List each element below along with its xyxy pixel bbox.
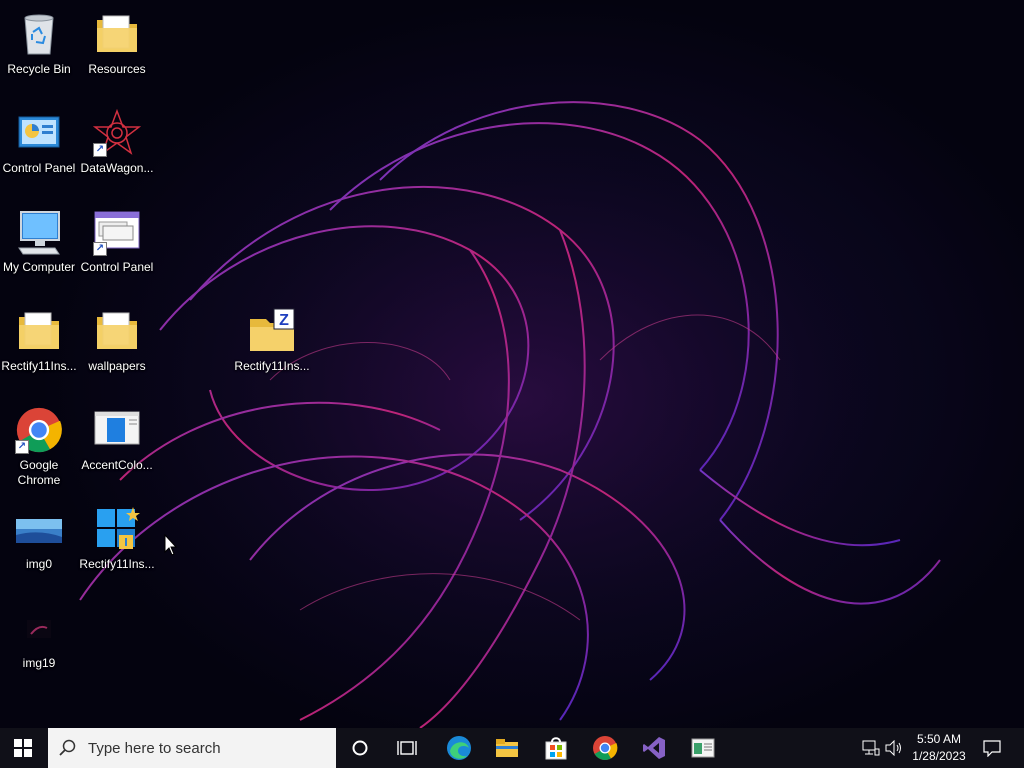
folder-icon bbox=[93, 307, 141, 355]
store-button[interactable] bbox=[533, 728, 579, 768]
task-view-icon bbox=[397, 741, 417, 755]
cortana-button[interactable] bbox=[337, 728, 383, 768]
desktop-icon-label: Control Panel bbox=[80, 260, 154, 274]
search-box[interactable]: Type here to search bbox=[48, 728, 336, 768]
svg-text:Z: Z bbox=[279, 312, 289, 329]
visual-studio-button[interactable] bbox=[631, 728, 677, 768]
shortcut-arrow-icon: ↗ bbox=[93, 143, 107, 157]
desktop-icon[interactable]: ↗ Control Panel bbox=[78, 202, 156, 294]
folder-icon bbox=[15, 307, 63, 355]
task-view-button[interactable] bbox=[384, 728, 430, 768]
desktop-icon[interactable]: Rectify11Ins... bbox=[0, 301, 78, 393]
chrome-icon bbox=[593, 736, 618, 761]
folder-icon bbox=[93, 10, 141, 58]
app-window-button[interactable] bbox=[680, 728, 726, 768]
desktop-icon-label: DataWagon... bbox=[80, 161, 154, 175]
image-icon bbox=[15, 604, 63, 652]
volume-icon bbox=[885, 740, 901, 756]
app-window-icon bbox=[691, 738, 715, 758]
cortana-icon bbox=[352, 740, 368, 756]
desktop-icon-label: wallpapers bbox=[88, 359, 146, 373]
desktop-icon[interactable]: AccentColo... bbox=[78, 400, 156, 492]
mouse-cursor-icon bbox=[164, 533, 178, 561]
desktop-icon[interactable]: Z Rectify11Ins... bbox=[233, 301, 311, 393]
search-icon bbox=[48, 739, 88, 757]
image-icon bbox=[15, 505, 63, 553]
taskbar: Type here to search 5:50 AM 1/28/2023 bbox=[0, 728, 1024, 768]
datawagon-icon: ↗ bbox=[92, 108, 142, 157]
notification-button[interactable] bbox=[978, 728, 1006, 768]
edge-icon bbox=[447, 736, 471, 760]
shortcut-arrow-icon: ↗ bbox=[93, 242, 107, 256]
desktop-icon-label: Recycle Bin bbox=[7, 62, 71, 76]
zip-folder-icon: Z bbox=[248, 307, 296, 355]
visual-studio-icon bbox=[643, 737, 665, 759]
clock-time: 5:50 AM bbox=[916, 732, 962, 746]
volume-tray-button[interactable] bbox=[884, 728, 904, 768]
clock-date: 1/28/2023 bbox=[912, 749, 966, 763]
notification-icon bbox=[983, 740, 1001, 757]
file-explorer-icon bbox=[496, 739, 518, 757]
clock[interactable]: 5:50 AM 1/28/2023 bbox=[906, 728, 972, 768]
control-panel-icon bbox=[15, 109, 63, 157]
control-panel-window-icon: ↗ bbox=[93, 208, 141, 256]
chrome-icon: ↗ bbox=[15, 406, 63, 454]
installer-icon bbox=[93, 505, 141, 553]
chrome-taskbar-button[interactable] bbox=[582, 728, 628, 768]
desktop-icon-label: img0 bbox=[25, 557, 52, 571]
desktop-icon[interactable]: Resources bbox=[78, 4, 156, 96]
desktop-icon-label: img19 bbox=[22, 656, 56, 670]
store-icon bbox=[545, 737, 567, 760]
file-explorer-button[interactable] bbox=[484, 728, 530, 768]
desktop-icon-label: Rectify11Ins... bbox=[79, 557, 155, 571]
desktop-icon[interactable]: img0 bbox=[0, 499, 78, 591]
desktop-icon[interactable]: img19 bbox=[0, 598, 78, 690]
desktop-icon[interactable]: wallpapers bbox=[78, 301, 156, 393]
desktop-icon-label: Control Panel bbox=[2, 161, 76, 175]
recycle-bin-icon bbox=[15, 10, 63, 58]
accent-color-app-icon bbox=[93, 406, 141, 454]
desktop-icon-label: Rectify11Ins... bbox=[234, 359, 310, 373]
desktop-icon[interactable]: ↗ Google Chrome bbox=[0, 400, 78, 492]
shortcut-arrow-icon: ↗ bbox=[15, 440, 29, 454]
edge-button[interactable] bbox=[436, 728, 482, 768]
desktop-icon[interactable]: Recycle Bin bbox=[0, 4, 78, 96]
desktop-icon[interactable]: My Computer bbox=[0, 202, 78, 294]
desktop-icon-label: Rectify11Ins... bbox=[1, 359, 77, 373]
desktop-icon[interactable]: Rectify11Ins... bbox=[78, 499, 156, 591]
desktop-icon-label: AccentColo... bbox=[81, 458, 153, 472]
desktop-icon-label: Google Chrome bbox=[17, 458, 61, 487]
windows-logo-icon bbox=[14, 739, 32, 757]
start-button[interactable] bbox=[0, 728, 46, 768]
network-tray-button[interactable] bbox=[860, 728, 882, 768]
desktop-icon-label: Resources bbox=[88, 62, 146, 76]
search-placeholder: Type here to search bbox=[88, 739, 221, 757]
desktop-icon[interactable]: Control Panel bbox=[0, 103, 78, 195]
desktop-icon[interactable]: ↗ DataWagon... bbox=[78, 103, 156, 195]
computer-icon bbox=[15, 208, 63, 256]
network-icon bbox=[862, 740, 880, 756]
desktop-icon-label: My Computer bbox=[2, 260, 76, 274]
